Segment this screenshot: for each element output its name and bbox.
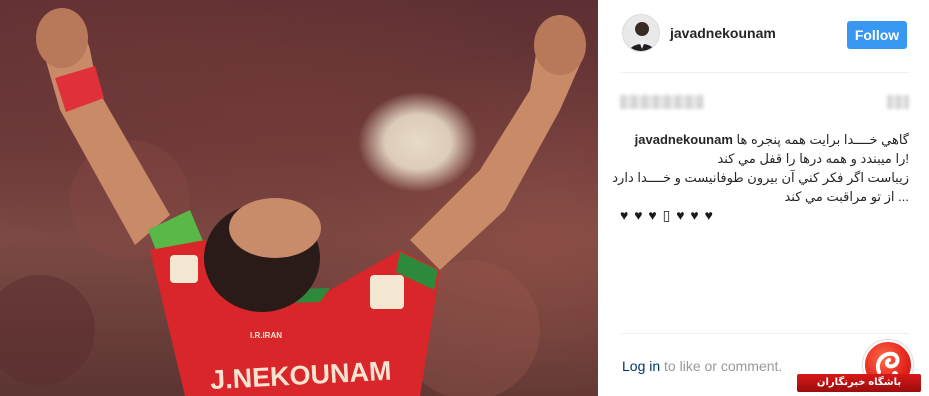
post-caption: javadnekounam گاهي خــــدا برايت همه پنج… [612, 130, 909, 224]
redacted-left [620, 95, 704, 109]
player-illustration: I.R.IRAN J.NEKOUNAM [0, 8, 586, 396]
login-link[interactable]: Log in [622, 358, 660, 374]
post-sidebar: javadnekounam Follow javadnekounam گاهي … [598, 0, 929, 396]
caption-line-1: javadnekounam گاهي خــــدا برايت همه پنج… [620, 130, 909, 149]
caption-line-4: ... از تو مراقبت مي كند [784, 189, 909, 204]
redacted-right [887, 95, 909, 109]
login-prompt-text: to like or comment. [660, 358, 783, 374]
header-divider [620, 72, 909, 73]
caption-line-3: زيباست اگر فكر كني آن بيرون طوفانيست و خ… [612, 170, 909, 185]
post-photo[interactable]: I.R.IRAN J.NEKOUNAM [0, 0, 598, 396]
watermark-logo: باشگاه خبرنگاران [789, 340, 929, 396]
follow-button[interactable]: Follow [847, 21, 907, 49]
post-header: javadnekounam Follow [622, 12, 907, 58]
username-link[interactable]: javadnekounam [670, 25, 776, 41]
avatar[interactable] [622, 14, 660, 52]
redacted-row [620, 95, 909, 111]
caption-username[interactable]: javadnekounam [635, 132, 733, 147]
caption-line-2: !را ميبندد و همه درها را قفل مي كند [717, 151, 909, 166]
watermark-text: باشگاه خبرنگاران [797, 374, 921, 392]
caption-hearts: ♥ ♥ ♥ ▯ ♥ ♥ ♥ [620, 207, 714, 223]
jersey-small-text: I.R.IRAN [250, 331, 282, 340]
login-prompt: Log in to like or comment. [622, 358, 782, 374]
avatar-image [623, 15, 659, 51]
caption-text-1: گاهي خــــدا برايت همه پنجره ها [736, 132, 909, 147]
footer-divider [620, 333, 909, 334]
